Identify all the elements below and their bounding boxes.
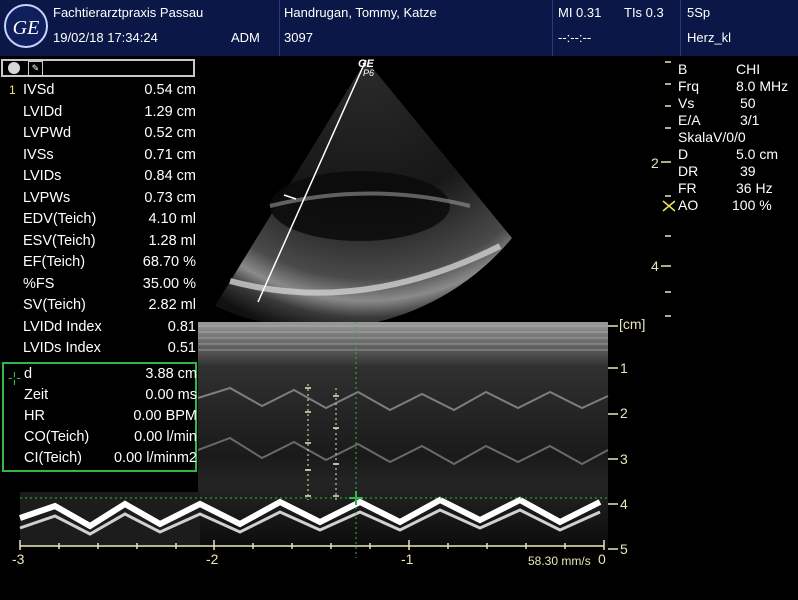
measurement-panel: 1 IVSd 0.54 cm LVIDd 1.29 cm LVPWd 0.52 cm I… (3, 80, 196, 362)
measurement-row: LVIDd 1.29 cm (23, 103, 196, 120)
mmode-depth-label: 5 (620, 541, 628, 557)
time-axis-label: -3 (12, 551, 25, 567)
time-axis-label: 0 (598, 551, 606, 567)
mmode-depth-label: 4 (620, 496, 628, 512)
param-row: FR 36 Hz (678, 180, 773, 196)
patient-id: 3097 (284, 30, 313, 45)
measurement-toolbar: ✎ (1, 59, 195, 77)
preset-name: Herz_kl (687, 30, 732, 45)
mechanical-index: MI 0.31 (558, 5, 602, 20)
mmode-depth-label: 2 (620, 405, 628, 421)
distance-row: CI(Teich) 0.00 l/minm2 (24, 450, 197, 466)
param-row: E/A 3/1 (678, 112, 760, 128)
notepad-icon[interactable]: ✎ (28, 61, 43, 76)
distance-row: HR 0.00 BPM (24, 408, 197, 424)
distance-row: d 3.88 cm (24, 366, 197, 382)
clinic-name: Fachtierarztpraxis Passau (53, 5, 204, 20)
measurement-row: LVPWd 0.52 cm (23, 125, 196, 141)
bmode-depth-label: 4 (651, 258, 659, 274)
ge-logo: GE (4, 4, 48, 48)
header-divider (552, 0, 553, 56)
mmode-depth-label: 3 (620, 451, 628, 467)
operator: ADM (231, 30, 260, 45)
header-divider (279, 0, 280, 56)
measurement-row: EDV(Teich) 4.10 ml (23, 211, 196, 227)
measurement-row: ESV(Teich) 1.28 ml (23, 232, 196, 249)
mmode-depth-scale (608, 325, 618, 550)
mmode-depth-unit: [cm] (619, 316, 646, 332)
header-divider (680, 0, 681, 56)
measurement-row: LVPWs 0.73 cm (23, 189, 196, 206)
measurement-row: 1 IVSd 0.54 cm (9, 82, 196, 98)
measurement-row: %FS 35.00 % (23, 275, 196, 292)
bmode-depth-scale (661, 61, 675, 317)
time-field: --:--:-- (558, 30, 592, 45)
patient-name: Handrugan, Tommy, Katze (284, 5, 437, 20)
thermal-index: TIs 0.3 (624, 5, 664, 20)
param-row: AO 100 % (678, 197, 772, 213)
measurement-row: EF(Teich) 68.70 % (23, 254, 196, 270)
time-axis-label: -2 (206, 551, 219, 567)
distance-row: Zeit 0.00 ms (24, 387, 197, 403)
param-row: B CHI (678, 61, 761, 77)
probe-model-label: P6 (363, 68, 375, 78)
mmode-depth-label: 1 (620, 360, 628, 376)
ventricle-cavity (270, 171, 450, 241)
time-axis-label: -1 (401, 551, 414, 567)
probe-name: 5Sp (687, 5, 711, 20)
distance-row: CO(Teich) 0.00 l/min (24, 429, 197, 445)
param-row: SkalaV/0/0 (678, 129, 746, 145)
measurement-row: IVSs 0.71 cm (23, 146, 196, 163)
bmode-depth-label: 2 (651, 155, 659, 171)
time-axis (19, 540, 605, 550)
sweep-speed: 58.30 mm/s (528, 554, 591, 568)
measurement-row: LVIDs 0.84 cm (23, 168, 196, 184)
imaging-parameters: B CHI Frq 8.0 MHz Vs 50 E/A 3/1 SkalaV/0/0 D… (678, 61, 798, 214)
measurement-row: LVIDs Index 0.51 (23, 340, 196, 356)
measurement-row: LVIDd Index 0.81 (23, 318, 196, 335)
exam-datetime: 19/02/18 17:34:24 (53, 30, 158, 45)
distance-measurement-panel: -¦- d 3.88 cm Zeit 0.00 ms HR 0.00 BPM CO(T… (2, 362, 197, 472)
measurement-row: SV(Teich) 2.82 ml (23, 297, 196, 313)
param-row: Vs 50 (678, 95, 756, 111)
param-row: Frq 8.0 MHz (678, 78, 789, 94)
header-bar: GE Fachtierarztpraxis Passau 19/02/18 17… (0, 0, 798, 56)
param-row: D 5.0 cm (678, 146, 779, 162)
param-row: DR 39 (678, 163, 756, 179)
record-icon[interactable] (8, 62, 20, 74)
